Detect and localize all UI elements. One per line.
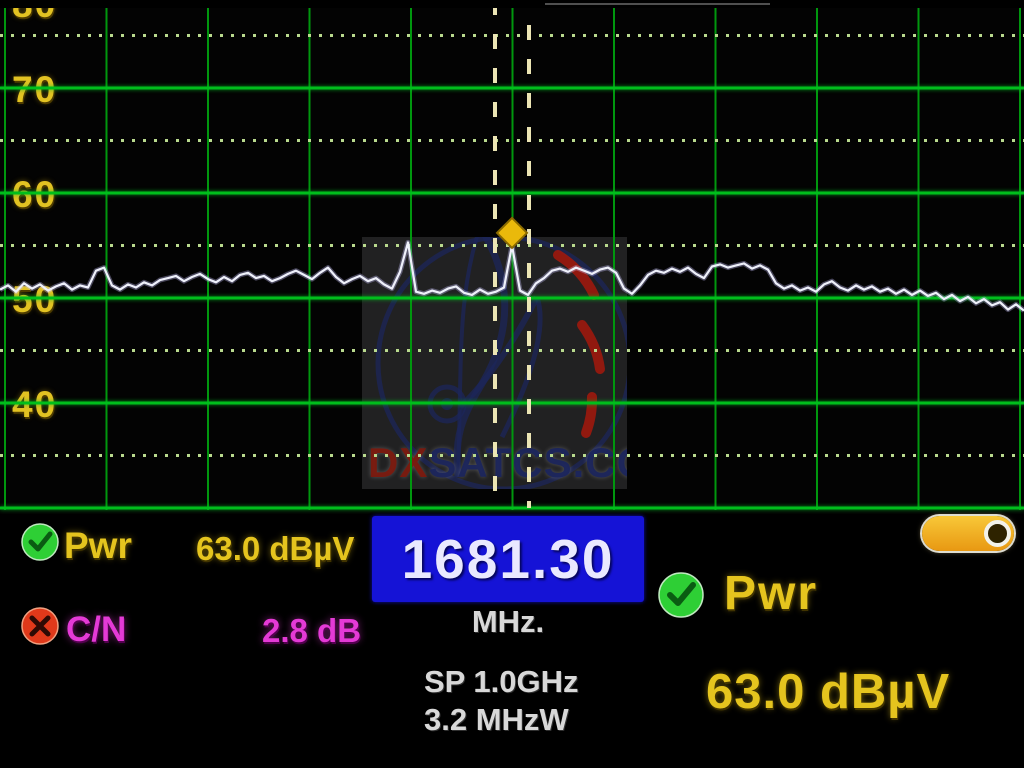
bandwidth-setting: 3.2 MHzW <box>424 702 569 738</box>
spectrum-chart: 80 70 60 50 40 DXSATCS.COM <box>0 0 1024 514</box>
status-panel: Pwr 63.0 dBµV 1681.30 MHz. C/N 2.8 dB Pw… <box>0 514 1024 768</box>
span-setting: SP 1.0GHz <box>424 664 579 700</box>
selected-measure-label: Pwr <box>724 566 818 621</box>
cn-label: C/N <box>66 610 126 650</box>
check-icon <box>20 522 60 562</box>
frequency-field[interactable]: 1681.30 <box>372 516 644 602</box>
x-icon <box>20 606 60 646</box>
frequency-unit: MHz. <box>372 604 644 640</box>
selected-measure-value: 63.0 dBµV <box>706 664 950 720</box>
frequency-value: 1681.30 <box>402 527 615 591</box>
check-icon-selected <box>656 570 706 620</box>
battery-icon <box>922 516 1014 551</box>
grid-and-trace-svg <box>0 0 1024 514</box>
spectrum-analyzer-screen: { "chart_data": { "type": "line", "title… <box>0 0 1024 768</box>
cn-value: 2.8 dB <box>262 612 361 650</box>
marker-diamond <box>497 218 527 248</box>
top-strip <box>0 0 1024 8</box>
top-glint-line <box>545 3 770 5</box>
pwr-value: 63.0 dBµV <box>196 530 354 568</box>
pwr-label: Pwr <box>64 525 132 567</box>
